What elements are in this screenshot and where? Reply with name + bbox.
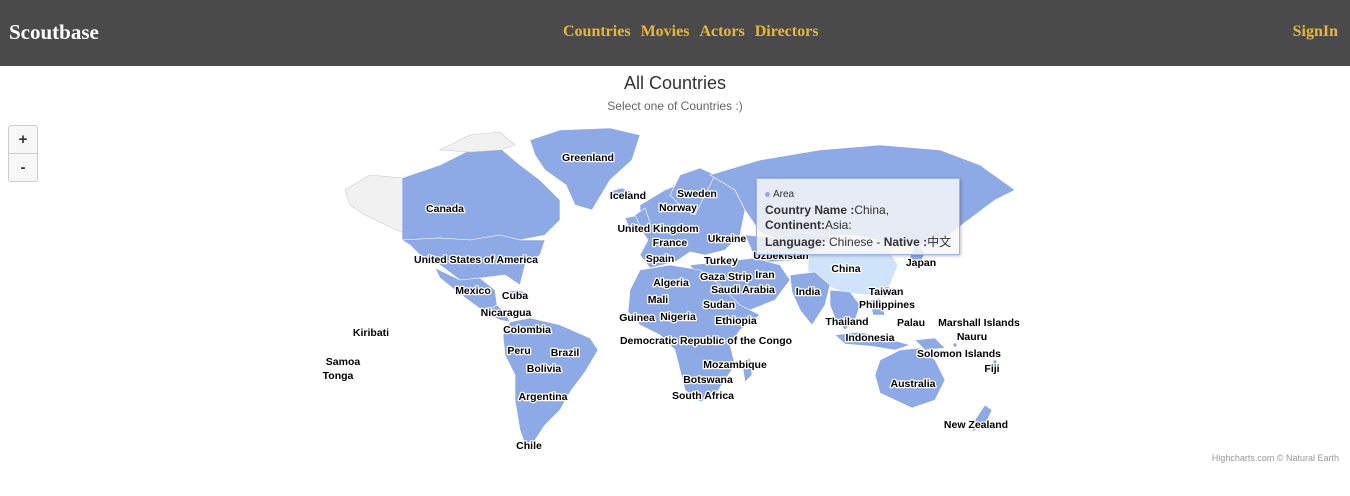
country-label-guinea: Guinea (619, 312, 655, 324)
zoom-in-button[interactable]: + (9, 126, 37, 154)
country-label-south-africa: South Africa (672, 390, 734, 402)
country-label-nigeria: Nigeria (660, 311, 696, 323)
country-label-sweden: Sweden (677, 188, 717, 200)
country-label-new-zealand: New Zealand (944, 419, 1008, 431)
country-label-algeria: Algeria (653, 277, 689, 289)
country-label-spain: Spain (646, 253, 675, 265)
country-label-philippines: Philippines (859, 299, 915, 311)
region-south-america[interactable] (502, 317, 599, 451)
tooltip-continent: Continent:Asia: (765, 218, 852, 232)
country-label-tonga: Tonga (323, 370, 354, 382)
country-label-united-states-of-america: United States of America (414, 254, 538, 266)
map-credit[interactable]: Highcharts.com © Natural Earth (1212, 453, 1339, 463)
country-label-nauru: Nauru (957, 331, 987, 343)
country-label-botswana: Botswana (683, 374, 733, 386)
country-label-peru: Peru (507, 345, 530, 357)
island-solomon[interactable] (952, 342, 958, 348)
country-label-taiwan: Taiwan (869, 286, 904, 298)
map-tooltip: Area Country Name :China, Continent:Asia… (756, 178, 960, 255)
region-alaska[interactable] (344, 174, 403, 233)
region-arctic-islands[interactable] (438, 131, 516, 153)
country-label-democratic-republic-of-the-congo: Democratic Republic of the Congo (620, 335, 792, 347)
country-label-kiribati: Kiribati (353, 327, 389, 339)
country-label-mexico: Mexico (455, 285, 491, 297)
country-label-greenland: Greenland (562, 152, 614, 164)
tooltip-country: Country Name :China, (765, 203, 890, 217)
country-label-indonesia: Indonesia (845, 332, 894, 344)
country-label-saudi-arabia: Saudi Arabia (711, 284, 775, 296)
country-label-sudan: Sudan (703, 299, 735, 311)
country-label-gaza-strip: Gaza Strip (700, 271, 752, 283)
country-label-iran: Iran (755, 269, 774, 281)
country-label-ukraine: Ukraine (708, 233, 747, 245)
country-label-united-kingdom: United Kingdom (617, 223, 698, 235)
country-label-canada: Canada (426, 203, 464, 215)
country-label-ethiopia: Ethiopia (715, 315, 757, 327)
country-canada[interactable] (401, 147, 561, 241)
country-label-marshall-islands: Marshall Islands (938, 317, 1020, 329)
country-label-samoa: Samoa (326, 356, 361, 368)
country-label-mozambique: Mozambique (703, 359, 767, 371)
world-map[interactable]: Greenland Canada Iceland Sweden Norway United… (0, 0, 1350, 496)
series-dot-icon (765, 191, 770, 197)
country-label-fiji: Fiji (984, 363, 999, 375)
country-india[interactable] (789, 271, 831, 326)
country-label-nicaragua: Nicaragua (481, 307, 532, 319)
country-label-bolivia: Bolivia (527, 363, 562, 375)
zoom-out-button[interactable]: - (9, 154, 37, 181)
country-label-thailand: Thailand (825, 316, 868, 328)
zoom-controls: + - (8, 125, 38, 182)
country-label-turkey: Turkey (704, 255, 738, 267)
country-label-norway: Norway (659, 202, 697, 214)
country-label-cuba: Cuba (502, 290, 528, 302)
country-label-china: China (831, 263, 860, 275)
country-label-brazil: Brazil (551, 347, 580, 359)
country-label-argentina: Argentina (518, 391, 567, 403)
tooltip-language: Language: Chinese - Native :中文 (765, 235, 952, 249)
country-label-france: France (653, 237, 688, 249)
country-label-mali: Mali (648, 294, 669, 306)
country-label-australia: Australia (891, 378, 936, 390)
country-label-chile: Chile (516, 440, 542, 452)
country-label-japan: Japan (906, 257, 936, 269)
country-label-solomon-islands: Solomon Islands (917, 348, 1001, 360)
country-label-india: India (796, 286, 821, 298)
country-label-iceland: Iceland (610, 190, 646, 202)
country-label-palau: Palau (897, 317, 925, 329)
country-label-colombia: Colombia (503, 324, 551, 336)
tooltip-series: Area (765, 189, 794, 200)
